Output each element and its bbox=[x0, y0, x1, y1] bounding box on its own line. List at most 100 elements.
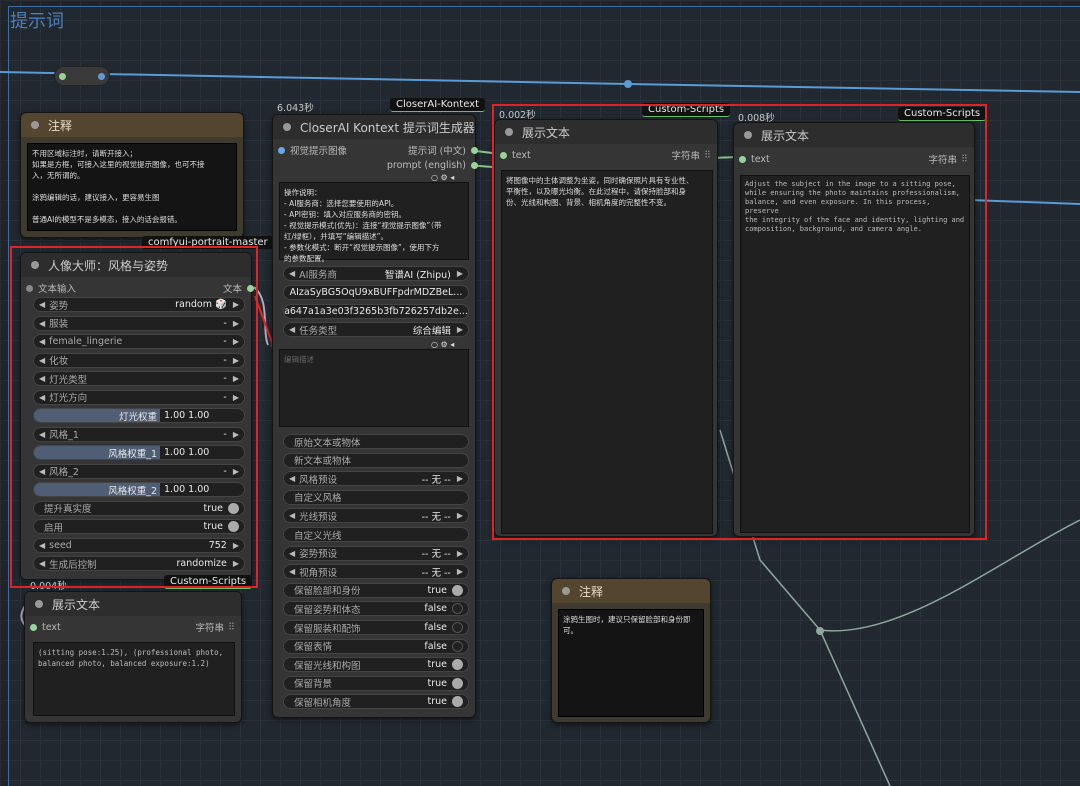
speaker-icon[interactable]: ◂ bbox=[450, 340, 454, 349]
widget-label: 原始文本或物体 bbox=[294, 437, 361, 449]
collapse-dot[interactable] bbox=[31, 121, 39, 129]
output-slot-dot-en[interactable] bbox=[471, 161, 478, 169]
node-source-tag: CloserAI-Kontext bbox=[390, 98, 486, 112]
input-slot-label: 视觉提示图像 bbox=[290, 146, 348, 157]
collapse-dot[interactable] bbox=[283, 123, 291, 131]
toggle-knob[interactable] bbox=[452, 603, 463, 615]
widget-label: 保留光线和构图 bbox=[294, 660, 361, 672]
gear-icon[interactable]: ⚙ bbox=[441, 173, 448, 182]
closerai-node[interactable]: CloserAI Kontext 提示词生成器 视觉提示图像 提示词 (中文) … bbox=[272, 114, 478, 718]
input-slot-dot[interactable] bbox=[278, 146, 285, 154]
widget-label: 自定义风格 bbox=[294, 493, 342, 505]
arrow-right-icon[interactable]: ▶ bbox=[457, 269, 463, 278]
widget-label: 姿势预设 bbox=[299, 549, 338, 561]
arrow-left-icon[interactable]: ◀ bbox=[289, 474, 295, 483]
reroute-node[interactable] bbox=[54, 66, 110, 86]
widget-label: 风格预设 bbox=[299, 474, 338, 486]
toggle-knob[interactable] bbox=[452, 696, 463, 708]
widget-label: 保留姿势和体态 bbox=[294, 604, 361, 616]
text-display[interactable]: (sitting pose:1.25), (professional photo… bbox=[33, 642, 235, 716]
slot-row-output-en: prompt (english) bbox=[273, 158, 478, 172]
arrow-left-icon[interactable]: ◀ bbox=[289, 549, 295, 558]
widget-label: 光线预设 bbox=[299, 511, 338, 523]
arrow-left-icon[interactable]: ◀ bbox=[289, 325, 295, 334]
slot-label: text bbox=[42, 621, 61, 633]
toggle-widget[interactable]: 保留光线和构图 true bbox=[283, 657, 469, 673]
toggle-widget[interactable]: 保留姿势和体态 false bbox=[283, 601, 469, 617]
widget-label: 新文本或物体 bbox=[294, 456, 352, 468]
note-text[interactable]: 不用区域标注时，请断开接入； 如果是方框，可接入这里的视觉提示图像，也可不接 入… bbox=[27, 143, 237, 231]
widget-value: -- 无 -- bbox=[421, 474, 451, 486]
arrow-right-icon[interactable]: ▶ bbox=[457, 549, 463, 558]
arrow-left-icon[interactable]: ◀ bbox=[289, 269, 295, 278]
toggle-widget[interactable]: 保留相机角度 true bbox=[283, 694, 469, 710]
widget-value: false bbox=[424, 622, 447, 633]
speaker-icon[interactable]: ◂ bbox=[450, 173, 454, 182]
arrow-right-icon[interactable]: ▶ bbox=[457, 474, 463, 483]
node-timing: 6.043秒 bbox=[277, 103, 314, 114]
widget-value: false bbox=[424, 640, 447, 652]
widget-icons[interactable]: ○ ⚙ ◂ bbox=[431, 173, 454, 182]
reroute-in-dot[interactable] bbox=[59, 73, 66, 80]
reroute-out-dot[interactable] bbox=[98, 73, 105, 80]
widget-value: false bbox=[424, 603, 447, 615]
node-canvas[interactable]: 提示词 注释 不用区域标注时，请断开接入； 如果是方框，可接入这里的视觉提示图像… bbox=[0, 0, 1080, 786]
toggle-knob[interactable] bbox=[452, 622, 463, 633]
widget-label: 保留表情 bbox=[294, 642, 333, 654]
combo-widget[interactable]: ◀ 视角预设 -- 无 -- ▶ bbox=[283, 564, 469, 580]
toggle-widget[interactable]: 保留表情 false bbox=[283, 638, 469, 654]
collapse-dot[interactable] bbox=[35, 600, 43, 608]
note-node-2[interactable]: 注释 涂鸦生图时，建议只保留脸部和身份即 可。 bbox=[551, 578, 711, 723]
widget-value: true bbox=[427, 696, 448, 708]
combo-widget[interactable]: ◀ 姿势预设 -- 无 -- ▶ bbox=[283, 545, 469, 561]
highlight-box-portrait bbox=[10, 246, 258, 588]
note-node-1[interactable]: 注释 不用区域标注时，请断开接入； 如果是方框，可接入这里的视觉提示图像，也可不… bbox=[20, 112, 244, 238]
input-slot-dot[interactable] bbox=[30, 623, 37, 631]
gear-icon[interactable]: ⚙ bbox=[441, 340, 448, 349]
reroute-dot-2 bbox=[816, 627, 824, 635]
arrow-left-icon[interactable]: ◀ bbox=[289, 567, 295, 576]
circle-icon[interactable]: ○ bbox=[431, 340, 438, 349]
combo-widget[interactable]: ◀ 光线预设 -- 无 -- ▶ bbox=[283, 508, 469, 524]
node-title: CloserAI Kontext 提示词生成器 bbox=[300, 120, 475, 135]
text-widget[interactable]: 新文本或物体 bbox=[283, 452, 469, 468]
task-select[interactable]: ◀ 任务类型 综合编辑 ▶ bbox=[283, 322, 469, 337]
toggle-knob[interactable] bbox=[452, 677, 463, 689]
widget-icons[interactable]: ○ ⚙ ◂ bbox=[431, 340, 454, 349]
widget-value: -- 无 -- bbox=[421, 549, 451, 561]
arrow-right-icon[interactable]: ▶ bbox=[457, 511, 463, 520]
circle-icon[interactable]: ○ bbox=[431, 173, 438, 182]
text-widget[interactable]: 自定义风格 bbox=[283, 489, 469, 505]
instructions-text[interactable]: 操作说明： - AI服务商：选择您要使用的API。 - API密钥：填入对应服务… bbox=[279, 182, 469, 263]
arrow-right-icon[interactable]: ▶ bbox=[457, 567, 463, 576]
grip-icon: ⠿ bbox=[228, 621, 235, 633]
node-header[interactable]: 展示文本 bbox=[25, 592, 241, 616]
highlight-box-output bbox=[492, 104, 987, 540]
widget-label: 保留背景 bbox=[294, 679, 333, 691]
text-widget[interactable]: 原始文本或物体 bbox=[283, 434, 469, 449]
note-text[interactable]: 涂鸦生图时，建议只保留脸部和身份即 可。 bbox=[558, 609, 704, 717]
slot-type: 字符串 bbox=[195, 623, 225, 634]
text-widget[interactable]: 自定义光线 bbox=[283, 527, 469, 542]
combo-widget[interactable]: ◀ 风格预设 -- 无 -- ▶ bbox=[283, 471, 469, 487]
output-slot-dot-cn[interactable] bbox=[471, 146, 478, 154]
toggle-widget[interactable]: 保留服装和配饰 false bbox=[283, 620, 469, 635]
toggle-widget[interactable]: 保留脸部和身份 true bbox=[283, 582, 469, 598]
toggle-knob[interactable] bbox=[452, 584, 463, 596]
edit-description-input[interactable]: 编辑描述 bbox=[279, 349, 469, 427]
note-header[interactable]: 注释 bbox=[552, 579, 710, 603]
collapse-dot[interactable] bbox=[562, 587, 570, 595]
widget-value: true bbox=[427, 584, 448, 596]
node-header[interactable]: CloserAI Kontext 提示词生成器 bbox=[273, 115, 475, 139]
arrow-left-icon[interactable]: ◀ bbox=[289, 511, 295, 520]
toggle-knob[interactable] bbox=[452, 640, 463, 652]
note-header[interactable]: 注释 bbox=[21, 113, 243, 137]
toggle-widget[interactable]: 保留背景 true bbox=[283, 675, 469, 691]
widget-value: -- 无 -- bbox=[421, 567, 451, 579]
secret-input[interactable]: a647a1a3e03f3265b3fb726257db2e... bbox=[283, 304, 469, 319]
arrow-right-icon[interactable]: ▶ bbox=[457, 325, 463, 334]
show-text-node-small[interactable]: 展示文本 text 字符串 ⠿ (sitting pose:1.25), (pr… bbox=[24, 591, 242, 723]
api-key-input[interactable]: AIzaSyBG5OqU9xBUFFpdrMDZBeL... bbox=[283, 285, 469, 300]
toggle-knob[interactable] bbox=[452, 659, 463, 671]
service-select[interactable]: ◀ AI服务商 智谱AI (Zhipu) ▶ bbox=[283, 266, 469, 281]
